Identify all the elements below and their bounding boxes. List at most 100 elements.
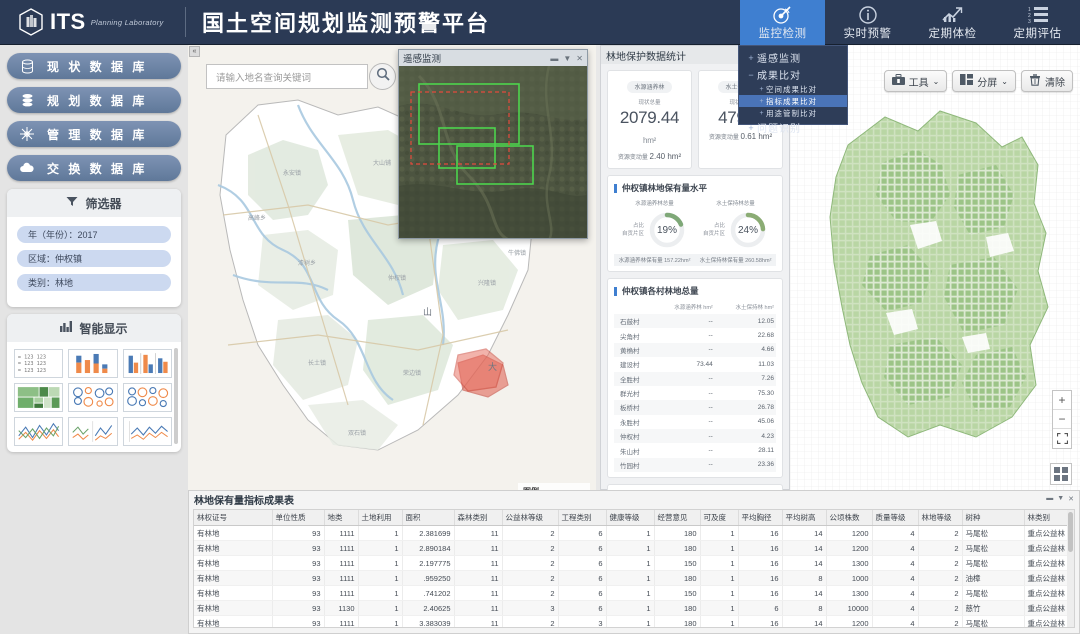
list-numbered-icon: 1 2 3 — [1026, 5, 1050, 24]
close-icon[interactable]: ✕ — [1068, 495, 1074, 503]
grid-icon[interactable] — [1050, 463, 1072, 485]
split-screen-button[interactable]: 分屏 ⌄ — [952, 70, 1016, 92]
smart-panel-scrollbar[interactable] — [174, 348, 178, 444]
kpi-value-wrap: 2079.44 hm² — [612, 108, 687, 148]
chart-thumb-dual-line[interactable] — [68, 417, 117, 446]
village-table-row[interactable]: 永胜村--45.06 — [614, 415, 776, 429]
table-row[interactable]: 有林地9311111.7412021126115011614130042马尾松重… — [194, 586, 1075, 601]
nav-item-periodic-evaluation[interactable]: 1 2 3 定期评估 — [995, 0, 1080, 45]
grid-column-header[interactable]: 平均树高 — [782, 510, 826, 526]
nav-item-periodic-checkup[interactable]: 定期体检 — [910, 0, 995, 45]
chevron-down-icon: ⌄ — [933, 77, 940, 86]
clear-button[interactable]: 清除 — [1021, 70, 1073, 92]
grid-column-header[interactable]: 林地等级 — [918, 510, 962, 526]
village-table-row[interactable]: 黄桷村--4.66 — [614, 343, 776, 357]
table-row[interactable]: 有林地93111112.1977751126115011614130042马尾松… — [194, 556, 1075, 571]
close-icon[interactable]: ✕ — [576, 54, 583, 63]
nav-item-monitoring[interactable]: 监控检测 — [740, 0, 825, 45]
filter-chip-category[interactable]: 类别：林地 — [17, 274, 171, 291]
village-table-row[interactable]: 石鼓村--12.05 — [614, 314, 776, 328]
menu-item-problem-identification[interactable]: + 问题识别 — [739, 119, 847, 136]
bottom-table-scroll-area[interactable]: 林权证号单位性质地类土地利用面积森林类别公益林等级工程类别健康等级经营意见可及度… — [193, 509, 1075, 628]
svg-text:大: 大 — [488, 361, 497, 372]
chart-thumb-treemap[interactable] — [14, 383, 63, 412]
tools-button[interactable]: 工具 ⌄ — [884, 70, 948, 92]
table-row[interactable]: 有林地93111112.3816991126118011614120042马尾松… — [194, 526, 1075, 541]
sidebar-item-exchange-database[interactable]: 交 换 数 据 库 — [7, 155, 181, 181]
table-row[interactable]: 有林地93113012.40625113611801681000042慈竹重点公… — [194, 601, 1075, 616]
village-table-row[interactable]: 朱山村--28.11 — [614, 443, 776, 457]
section-title-text: 仲权镇林地保有量水平 — [622, 182, 707, 194]
table-vertical-scrollbar[interactable] — [1067, 510, 1074, 627]
chart-thumb-area-line[interactable] — [123, 417, 172, 446]
map-collapse-button[interactable]: « — [189, 46, 200, 57]
filter-icon[interactable]: ▼ — [1057, 495, 1064, 503]
menu-item-result-comparison[interactable]: − 成果比对 — [739, 66, 847, 83]
table-cell: 4 — [872, 526, 918, 541]
menu-item-spatial-result-comparison[interactable]: + 空间成果比对 — [739, 83, 847, 95]
minimize-icon[interactable]: ▬ — [550, 54, 558, 63]
table-cell: 4 — [872, 601, 918, 616]
grid-column-header[interactable]: 地类 — [324, 510, 358, 526]
main-map[interactable]: 永安镇大山铺 何市镇漆树乡 仲权镇兴隆镇 长土镇荣边镇 双石镇高峰乡 牛佛镇 山… — [188, 45, 596, 490]
remote-sensing-window[interactable]: 遥感监测 ▬ ▼ ✕ — [398, 49, 588, 239]
filter-icon[interactable]: ▼ — [563, 54, 571, 63]
expand-plus-icon: + — [757, 110, 766, 117]
grid-column-header[interactable]: 土地利用 — [358, 510, 402, 526]
grid-column-header[interactable]: 公益林等级 — [502, 510, 558, 526]
grid-column-header[interactable]: 森林类别 — [454, 510, 502, 526]
sidebar-item-current-database[interactable]: 现 状 数 据 库 — [7, 53, 181, 79]
grid-column-header[interactable]: 林权证号 — [194, 510, 272, 526]
menu-item-remote-sensing[interactable]: + 遥感监测 — [739, 49, 847, 66]
grid-column-header[interactable]: 公顷株数 — [826, 510, 872, 526]
chart-thumb-stacked-bar[interactable] — [68, 349, 117, 378]
menu-item-usage-control-comparison[interactable]: + 用途管制比对 — [739, 107, 847, 119]
grid-column-header[interactable]: 平均胸径 — [738, 510, 782, 526]
chart-thumb-bubble-circles[interactable] — [68, 383, 117, 412]
grid-column-header[interactable]: 可及度 — [700, 510, 738, 526]
filter-chip-year[interactable]: 年（年份）：2017 — [17, 226, 171, 243]
village-table-row[interactable]: 尖角村--22.68 — [614, 328, 776, 342]
kpi-sub-label: 现状总量 — [612, 98, 687, 106]
table-row[interactable]: 有林地9311111.959250112611801168100042油樟重点公… — [194, 571, 1075, 586]
sidebar-item-management-database[interactable]: 管 理 数 据 库 — [7, 121, 181, 147]
table-row[interactable]: 有林地93111112.8901841126118011614120042马尾松… — [194, 541, 1075, 556]
village-table-row[interactable]: 建设村73.4411.03 — [614, 357, 776, 371]
sidebar-item-planning-database[interactable]: 规 划 数 据 库 — [7, 87, 181, 113]
zoom-in-button[interactable]: + — [1053, 391, 1071, 410]
svg-text:永安镇: 永安镇 — [283, 169, 301, 177]
village-table-row[interactable]: 板桥村--26.78 — [614, 400, 776, 414]
grid-column-header[interactable]: 单位性质 — [272, 510, 324, 526]
grid-column-header[interactable]: 面积 — [402, 510, 454, 526]
village-table-row[interactable]: 仲权村--4.23 — [614, 429, 776, 443]
village-table-row[interactable]: 竹园村--23.36 — [614, 458, 776, 472]
grid-column-header[interactable]: 质量等级 — [872, 510, 918, 526]
minimize-icon[interactable]: ▬ — [1046, 495, 1053, 503]
search-input[interactable]: 请输入地名查询关键词 — [206, 64, 368, 89]
table-cell: 1 — [358, 556, 402, 571]
zoom-out-button[interactable]: − — [1053, 410, 1071, 429]
grid-column-header[interactable]: 经营意见 — [654, 510, 700, 526]
grid-column-header[interactable]: 工程类别 — [558, 510, 606, 526]
table-cell: 14 — [782, 541, 826, 556]
village-value: 45.06 — [715, 415, 776, 429]
table-cell: 1 — [606, 526, 654, 541]
search-button[interactable] — [369, 63, 396, 90]
grid-body: 有林地93111112.3816991126118011614120042马尾松… — [194, 526, 1075, 629]
chart-thumb-multi-line[interactable] — [14, 417, 63, 446]
chart-thumb-grouped-bar[interactable] — [123, 349, 172, 378]
monitoring-dropdown-menu[interactable]: + 遥感监测 − 成果比对 + 空间成果比对 + 指标成果比对 + 用途管制比对… — [738, 45, 848, 125]
grid-column-header[interactable]: 树种 — [962, 510, 1024, 526]
village-table-row[interactable]: 群光村--75.30 — [614, 386, 776, 400]
table-cell: 有林地 — [194, 571, 272, 586]
menu-item-indicator-result-comparison[interactable]: + 指标成果比对 — [739, 95, 847, 107]
table-row[interactable]: 有林地93111113.3830391123118011614120042马尾松… — [194, 616, 1075, 629]
nav-item-realtime-alert[interactable]: 实时预警 — [825, 0, 910, 45]
search-placeholder-text: 请输入地名查询关键词 — [216, 70, 311, 84]
filter-chip-region[interactable]: 区域：仲权镇 — [17, 250, 171, 267]
chart-thumb-numbers-table[interactable]: = 123 123= 123 123= 123 123 — [14, 349, 63, 378]
grid-column-header[interactable]: 健康等级 — [606, 510, 654, 526]
expand-icon[interactable] — [1053, 429, 1071, 448]
chart-thumb-bubble-circles-2[interactable] — [123, 383, 172, 412]
village-table-row[interactable]: 全胜村--7.26 — [614, 372, 776, 386]
